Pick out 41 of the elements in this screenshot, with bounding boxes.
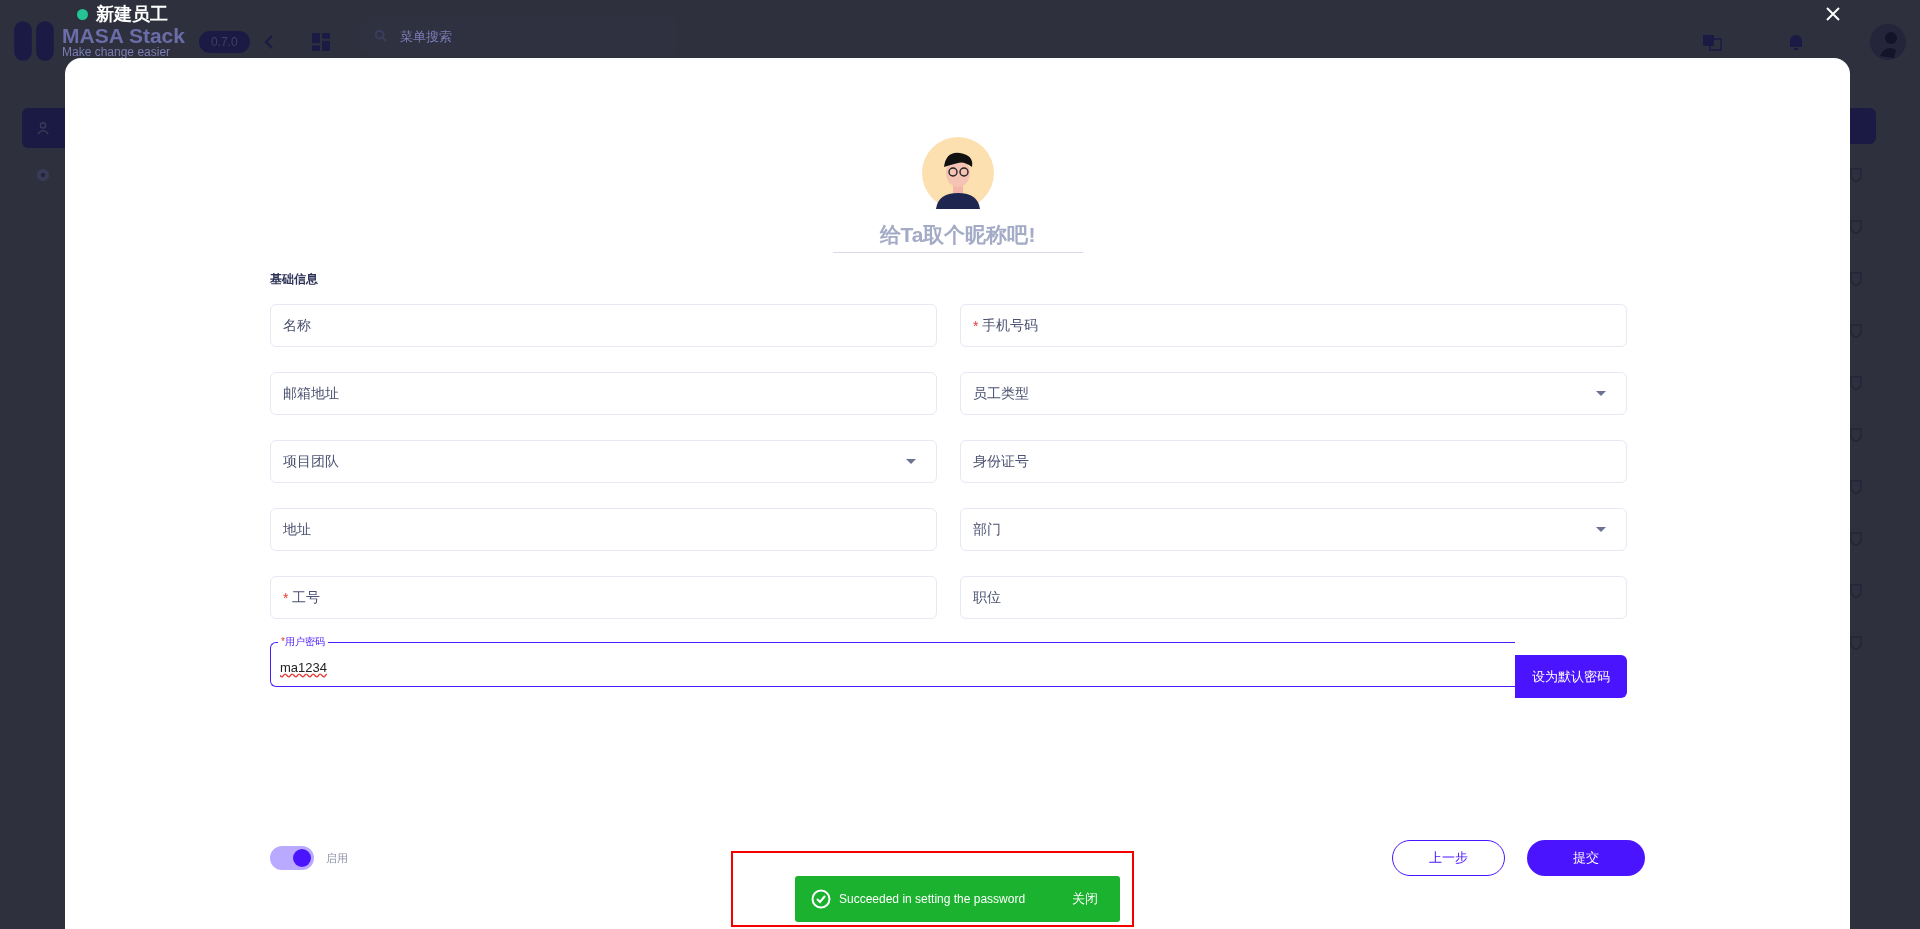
- status-dot-icon: [77, 8, 88, 20]
- check-circle-icon: [811, 889, 831, 909]
- toggle-label: 启用: [326, 850, 348, 866]
- toast-message: Succeeded in setting the password: [839, 892, 1027, 906]
- enable-toggle[interactable]: [270, 846, 314, 870]
- section-title: 基础信息: [270, 271, 319, 288]
- shield-icon[interactable]: [1850, 584, 1862, 598]
- select-field[interactable]: 部门: [960, 508, 1627, 551]
- dropdown-caret-icon: [1596, 527, 1606, 532]
- avatar-drawing[interactable]: [921, 137, 994, 209]
- input-field[interactable]: * 工号: [270, 576, 937, 619]
- input-field[interactable]: 邮箱地址: [270, 372, 937, 415]
- shield-icon[interactable]: [1850, 272, 1862, 286]
- shield-icon[interactable]: [1850, 428, 1862, 442]
- default-password-button[interactable]: 设为默认密码: [1515, 655, 1627, 698]
- person-icon: [36, 121, 50, 135]
- user-avatar[interactable]: [1870, 24, 1906, 60]
- shield-icon[interactable]: [1850, 168, 1862, 182]
- shield-icon[interactable]: [1850, 480, 1862, 494]
- select-field[interactable]: 项目团队: [270, 440, 937, 483]
- input-field[interactable]: 身份证号: [960, 440, 1627, 483]
- shield-icon[interactable]: [1850, 324, 1862, 338]
- shield-icon[interactable]: [1850, 376, 1862, 390]
- dropdown-caret-icon: [1596, 391, 1606, 396]
- input-field[interactable]: 地址: [270, 508, 937, 551]
- shield-icon[interactable]: [1850, 636, 1862, 650]
- app-logo-text: MASA Stack: [62, 24, 185, 46]
- select-field[interactable]: 员工类型: [960, 372, 1627, 415]
- app-tagline: Make change easier: [62, 45, 172, 58]
- shield-icon[interactable]: [1850, 220, 1862, 234]
- submit-button[interactable]: 提交: [1527, 840, 1645, 876]
- dropdown-caret-icon: [906, 459, 916, 464]
- back-button[interactable]: 上一步: [1392, 840, 1505, 876]
- dialog-title: 新建员工: [96, 4, 168, 24]
- close-icon[interactable]: [1826, 7, 1840, 21]
- sidebar-dot-icon[interactable]: [36, 168, 50, 182]
- shield-icon[interactable]: [1850, 532, 1862, 546]
- input-field[interactable]: * 手机号码: [960, 304, 1627, 347]
- input-field[interactable]: 名称: [270, 304, 937, 347]
- input-field[interactable]: 职位: [960, 576, 1627, 619]
- search-icon: [373, 29, 388, 43]
